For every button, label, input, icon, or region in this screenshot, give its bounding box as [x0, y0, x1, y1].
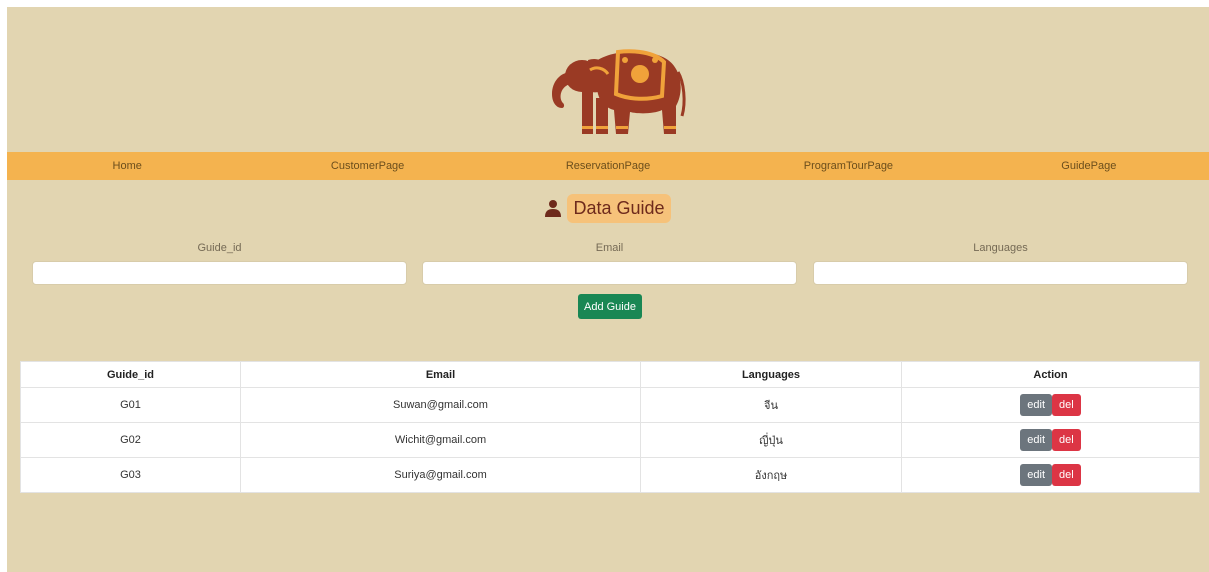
edit-button[interactable]: edit [1020, 429, 1053, 451]
nav-program-tour-page[interactable]: ProgramTourPage [728, 152, 968, 180]
cell-email: Wichit@gmail.com [240, 422, 641, 458]
user-icon [545, 200, 562, 217]
page: Home CustomerPage ReservationPage Progra… [7, 7, 1209, 572]
table-row: G02 Wichit@gmail.com ญี่ปุ่น edit del [20, 422, 1200, 458]
cell-email: Suwan@gmail.com [240, 387, 641, 423]
cell-guide-id: G01 [20, 387, 241, 423]
guide-id-label: Guide_id [197, 242, 242, 254]
table-row: G01 Suwan@gmail.com จีน edit del [20, 387, 1200, 423]
cell-language: อังกฤษ [640, 457, 902, 493]
add-guide-button[interactable]: Add Guide [578, 294, 642, 319]
cell-language: จีน [640, 387, 902, 423]
column-header-languages: Languages [640, 361, 902, 388]
column-header-email: Email [240, 361, 641, 388]
email-label: Email [595, 242, 624, 254]
delete-button[interactable]: del [1052, 464, 1081, 486]
column-header-guide-id: Guide_id [20, 361, 241, 388]
table-header-row: Guide_id Email Languages Action [20, 361, 1200, 388]
page-title: Data Guide [567, 193, 671, 223]
email-input[interactable] [422, 261, 797, 285]
edit-button[interactable]: edit [1020, 394, 1053, 416]
guide-id-input[interactable] [32, 261, 407, 285]
nav-bar: Home CustomerPage ReservationPage Progra… [7, 152, 1209, 180]
cell-guide-id: G02 [20, 422, 241, 458]
nav-reservation-page[interactable]: ReservationPage [488, 152, 728, 180]
cell-action: edit del [901, 457, 1200, 493]
cell-language: ญี่ปุ่น [640, 422, 902, 458]
cell-action: edit del [901, 387, 1200, 423]
nav-guide-page[interactable]: GuidePage [969, 152, 1209, 180]
logo-area [7, 7, 1209, 152]
cell-guide-id: G03 [20, 457, 241, 493]
page-title-area: Data Guide [7, 192, 1209, 224]
elephant-logo-icon [552, 49, 686, 134]
nav-home[interactable]: Home [7, 152, 247, 180]
delete-button[interactable]: del [1052, 394, 1081, 416]
languages-label: Languages [973, 242, 1028, 254]
table-row: G03 Suriya@gmail.com อังกฤษ edit del [20, 457, 1200, 493]
delete-button[interactable]: del [1052, 429, 1081, 451]
languages-input[interactable] [813, 261, 1188, 285]
edit-button[interactable]: edit [1020, 464, 1053, 486]
cell-email: Suriya@gmail.com [240, 457, 641, 493]
nav-customer-page[interactable]: CustomerPage [247, 152, 487, 180]
column-header-action: Action [901, 361, 1200, 388]
cell-action: edit del [901, 422, 1200, 458]
guide-table: Guide_id Email Languages Action G01 Suwa… [20, 361, 1200, 493]
